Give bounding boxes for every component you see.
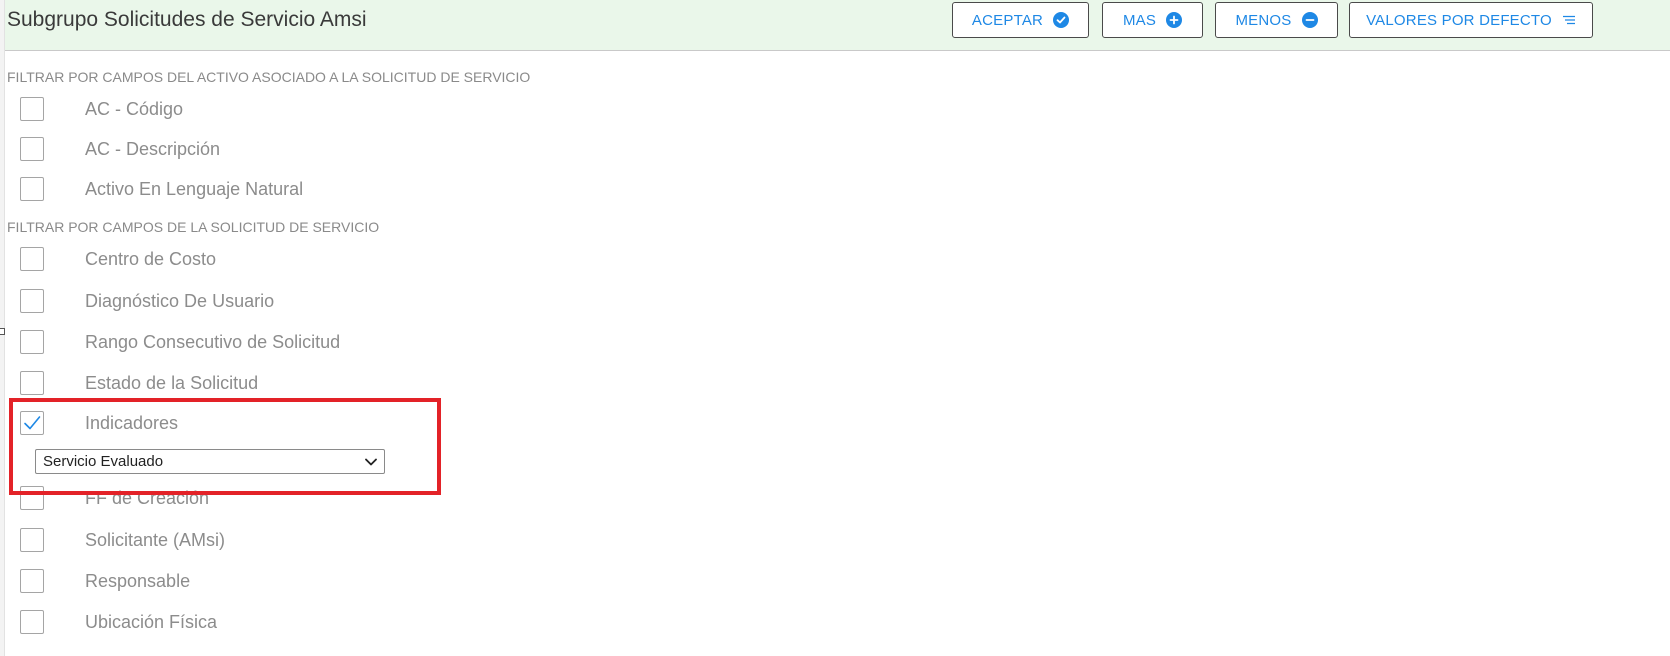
field-row-rango-consecutivo[interactable]: Rango Consecutivo de Solicitud [20,327,340,357]
section-title-asset: FILTRAR POR CAMPOS DEL ACTIVO ASOCIADO A… [7,69,531,85]
header-bar: Subgrupo Solicitudes de Servicio Amsi AC… [5,0,1670,51]
edge-resize-handle[interactable] [0,328,5,335]
field-row-activo-lenguaje[interactable]: Activo En Lenguaje Natural [20,174,303,204]
less-button[interactable]: MENOS [1215,2,1338,38]
sort-lines-icon [1562,12,1576,29]
checkbox-ubicacion[interactable] [20,610,44,634]
field-row-centro-costo[interactable]: Centro de Costo [20,244,216,274]
check-icon [24,416,41,430]
field-label-ac-descripcion: AC - Descripción [85,138,221,159]
field-row-diagnostico[interactable]: Diagnóstico De Usuario [20,286,274,316]
section-title-request: FILTRAR POR CAMPOS DE LA SOLICITUD DE SE… [7,219,380,235]
page: Subgrupo Solicitudes de Servicio Amsi AC… [0,0,1670,656]
more-button[interactable]: MAS [1102,2,1203,38]
check-circle-icon [1053,12,1070,28]
checkbox-responsable[interactable] [20,569,44,593]
field-row-ff-creacion[interactable]: FF de Creación [20,483,209,513]
field-label-diagnostico: Diagnóstico De Usuario [85,290,275,311]
checkbox-diagnostico[interactable] [20,289,44,313]
checkbox-ac-descripcion[interactable] [20,137,44,161]
indicators-select-value: Servicio Evaluado [43,453,164,470]
field-row-ac-codigo[interactable]: AC - Código [20,94,183,124]
field-label-ubicacion: Ubicación Física [85,611,218,632]
accept-button-label: ACEPTAR [971,11,1044,29]
more-button-label: MAS [1122,11,1157,29]
default-values-button[interactable]: VALORES POR DEFECTO [1349,2,1593,38]
less-button-label: MENOS [1235,11,1292,29]
field-row-solicitante[interactable]: Solicitante (AMsi) [20,525,225,555]
checkbox-indicadores[interactable] [20,411,44,435]
chevron-down-icon [365,458,377,465]
minus-circle-icon [1301,12,1318,28]
field-label-ac-codigo: AC - Código [85,98,184,119]
indicators-select[interactable]: Servicio Evaluado [35,449,385,474]
field-label-ff-creacion: FF de Creación [85,487,210,508]
field-label-activo-lenguaje: Activo En Lenguaje Natural [85,178,304,199]
checkbox-centro-costo[interactable] [20,247,44,271]
field-label-indicadores: Indicadores [85,412,179,433]
checkbox-ac-codigo[interactable] [20,97,44,121]
page-title: Subgrupo Solicitudes de Servicio Amsi [7,8,367,31]
field-row-ubicacion[interactable]: Ubicación Física [20,607,217,637]
plus-circle-icon [1166,12,1183,28]
field-label-solicitante: Solicitante (AMsi) [85,529,226,550]
field-row-estado-solicitud[interactable]: Estado de la Solicitud [20,368,258,398]
checkbox-solicitante[interactable] [20,528,44,552]
checkbox-estado-solicitud[interactable] [20,371,44,395]
field-label-estado-solicitud: Estado de la Solicitud [85,372,259,393]
checkbox-ff-creacion[interactable] [20,486,44,510]
checkbox-activo-lenguaje[interactable] [20,177,44,201]
field-row-responsable[interactable]: Responsable [20,566,190,596]
checkbox-rango-consecutivo[interactable] [20,330,44,354]
field-row-ac-descripcion[interactable]: AC - Descripción [20,134,220,164]
field-label-responsable: Responsable [85,570,191,591]
field-label-rango-consecutivo: Rango Consecutivo de Solicitud [85,331,341,352]
field-row-indicadores[interactable]: Indicadores [20,408,178,438]
field-label-centro-costo: Centro de Costo [85,248,217,269]
default-values-button-label: VALORES POR DEFECTO [1366,11,1552,29]
accept-button[interactable]: ACEPTAR [952,2,1089,38]
